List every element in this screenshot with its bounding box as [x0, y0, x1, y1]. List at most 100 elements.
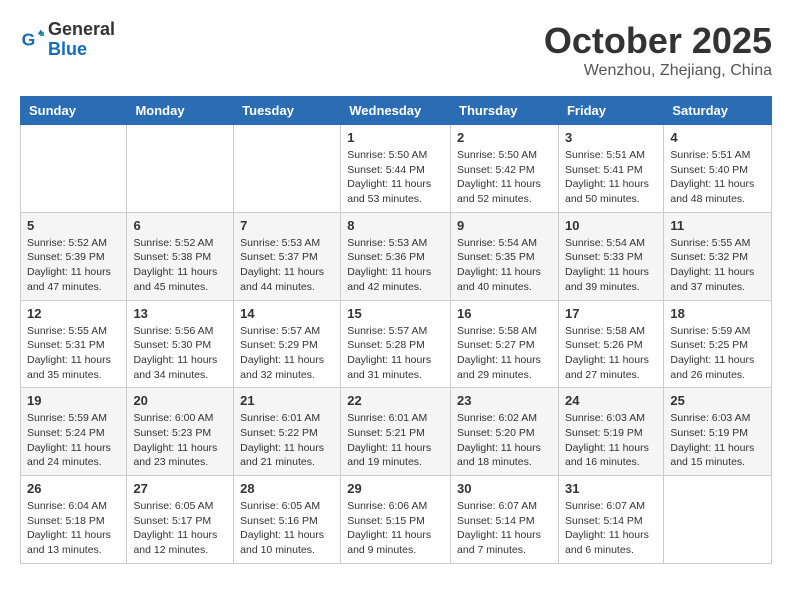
header-sunday: Sunday — [21, 97, 127, 125]
calendar-cell: 2Sunrise: 5:50 AM Sunset: 5:42 PM Daylig… — [451, 125, 559, 213]
day-number: 12 — [27, 306, 120, 321]
calendar-cell: 9Sunrise: 5:54 AM Sunset: 5:35 PM Daylig… — [451, 212, 559, 300]
day-number: 23 — [457, 393, 552, 408]
day-number: 31 — [565, 481, 657, 496]
week-row-4: 19Sunrise: 5:59 AM Sunset: 5:24 PM Dayli… — [21, 388, 772, 476]
header-saturday: Saturday — [664, 97, 772, 125]
calendar-cell: 22 Sunrise: 6:01 AM Sunset: 5:21 PM Dayli… — [341, 388, 451, 476]
calendar-cell: 1Sunrise: 5:50 AM Sunset: 5:44 PM Daylig… — [341, 125, 451, 213]
day-number: 18 — [670, 306, 765, 321]
day-number: 28 — [240, 481, 334, 496]
day-info: Sunrise: 5:51 AM Sunset: 5:41 PM Dayligh… — [565, 148, 657, 207]
day-info: Sunrise: 5:56 AM Sunset: 5:30 PM Dayligh… — [133, 324, 227, 383]
calendar-cell: 3 Sunrise: 5:51 AM Sunset: 5:41 PM Daylig… — [558, 125, 663, 213]
day-number: 16 — [457, 306, 552, 321]
day-number: 7 — [240, 218, 334, 233]
calendar-cell: 12 Sunrise: 5:55 AM Sunset: 5:31 PM Dayli… — [21, 300, 127, 388]
day-info: Sunrise: 6:03 AM Sunset: 5:19 PM Dayligh… — [565, 411, 657, 470]
calendar-cell: 27 Sunrise: 6:05 AM Sunset: 5:17 PM Dayli… — [127, 476, 234, 564]
day-number: 21 — [240, 393, 334, 408]
day-number: 6 — [133, 218, 227, 233]
calendar-header: SundayMondayTuesdayWednesdayThursdayFrid… — [21, 97, 772, 125]
svg-text:G: G — [22, 29, 36, 49]
calendar-cell: 8Sunrise: 5:53 AM Sunset: 5:36 PM Daylig… — [341, 212, 451, 300]
day-info: Sunrise: 5:59 AM Sunset: 5:24 PM Dayligh… — [27, 411, 120, 470]
day-info: Sunrise: 6:03 AM Sunset: 5:19 PM Dayligh… — [670, 411, 765, 470]
calendar-body: 1Sunrise: 5:50 AM Sunset: 5:44 PM Daylig… — [21, 125, 772, 564]
day-number: 10 — [565, 218, 657, 233]
day-info: Sunrise: 5:58 AM Sunset: 5:27 PM Dayligh… — [457, 324, 552, 383]
logo-text: General Blue — [48, 20, 115, 60]
calendar-cell: 23 Sunrise: 6:02 AM Sunset: 5:20 PM Dayli… — [451, 388, 559, 476]
day-number: 4 — [670, 130, 765, 145]
day-info: Sunrise: 5:50 AM Sunset: 5:42 PM Dayligh… — [457, 148, 552, 207]
day-number: 30 — [457, 481, 552, 496]
day-info: Sunrise: 5:52 AM Sunset: 5:38 PM Dayligh… — [133, 236, 227, 295]
calendar-table: SundayMondayTuesdayWednesdayThursdayFrid… — [20, 96, 772, 564]
day-number: 14 — [240, 306, 334, 321]
calendar-cell: 7 Sunrise: 5:53 AM Sunset: 5:37 PM Daylig… — [234, 212, 341, 300]
day-number: 13 — [133, 306, 227, 321]
calendar-cell: 10 Sunrise: 5:54 AM Sunset: 5:33 PM Dayli… — [558, 212, 663, 300]
day-info: Sunrise: 5:54 AM Sunset: 5:35 PM Dayligh… — [457, 236, 552, 295]
header-friday: Friday — [558, 97, 663, 125]
calendar-cell: 18 Sunrise: 5:59 AM Sunset: 5:25 PM Dayli… — [664, 300, 772, 388]
day-number: 1 — [347, 130, 444, 145]
calendar-cell: 29 Sunrise: 6:06 AM Sunset: 5:15 PM Dayli… — [341, 476, 451, 564]
header-tuesday: Tuesday — [234, 97, 341, 125]
calendar-cell: 5 Sunrise: 5:52 AM Sunset: 5:39 PM Daylig… — [21, 212, 127, 300]
calendar-cell: 31 Sunrise: 6:07 AM Sunset: 5:14 PM Dayli… — [558, 476, 663, 564]
day-number: 25 — [670, 393, 765, 408]
calendar-cell: 11 Sunrise: 5:55 AM Sunset: 5:32 PM Dayli… — [664, 212, 772, 300]
day-info: Sunrise: 6:07 AM Sunset: 5:14 PM Dayligh… — [457, 499, 552, 558]
calendar-cell: 17Sunrise: 5:58 AM Sunset: 5:26 PM Dayli… — [558, 300, 663, 388]
calendar-cell: 19Sunrise: 5:59 AM Sunset: 5:24 PM Dayli… — [21, 388, 127, 476]
calendar-cell: 30 Sunrise: 6:07 AM Sunset: 5:14 PM Dayli… — [451, 476, 559, 564]
day-info: Sunrise: 6:05 AM Sunset: 5:17 PM Dayligh… — [133, 499, 227, 558]
day-number: 27 — [133, 481, 227, 496]
logo: G General Blue — [20, 20, 115, 60]
logo-general: General — [48, 20, 115, 40]
header-wednesday: Wednesday — [341, 97, 451, 125]
day-info: Sunrise: 6:01 AM Sunset: 5:22 PM Dayligh… — [240, 411, 334, 470]
calendar-cell: 24 Sunrise: 6:03 AM Sunset: 5:19 PM Dayli… — [558, 388, 663, 476]
day-info: Sunrise: 5:53 AM Sunset: 5:37 PM Dayligh… — [240, 236, 334, 295]
day-info: Sunrise: 6:07 AM Sunset: 5:14 PM Dayligh… — [565, 499, 657, 558]
day-info: Sunrise: 5:59 AM Sunset: 5:25 PM Dayligh… — [670, 324, 765, 383]
day-info: Sunrise: 6:01 AM Sunset: 5:21 PM Dayligh… — [347, 411, 444, 470]
day-info: Sunrise: 5:55 AM Sunset: 5:32 PM Dayligh… — [670, 236, 765, 295]
calendar-cell: 26Sunrise: 6:04 AM Sunset: 5:18 PM Dayli… — [21, 476, 127, 564]
calendar-cell: 20 Sunrise: 6:00 AM Sunset: 5:23 PM Dayli… — [127, 388, 234, 476]
calendar-cell: 14Sunrise: 5:57 AM Sunset: 5:29 PM Dayli… — [234, 300, 341, 388]
day-info: Sunrise: 6:02 AM Sunset: 5:20 PM Dayligh… — [457, 411, 552, 470]
calendar-cell — [21, 125, 127, 213]
day-number: 11 — [670, 218, 765, 233]
day-info: Sunrise: 5:55 AM Sunset: 5:31 PM Dayligh… — [27, 324, 120, 383]
day-info: Sunrise: 6:06 AM Sunset: 5:15 PM Dayligh… — [347, 499, 444, 558]
day-number: 5 — [27, 218, 120, 233]
day-info: Sunrise: 6:05 AM Sunset: 5:16 PM Dayligh… — [240, 499, 334, 558]
day-number: 20 — [133, 393, 227, 408]
title-section: October 2025 Wenzhou, Zhejiang, China — [544, 20, 772, 80]
day-number: 29 — [347, 481, 444, 496]
calendar-cell: 6 Sunrise: 5:52 AM Sunset: 5:38 PM Daylig… — [127, 212, 234, 300]
day-number: 15 — [347, 306, 444, 321]
day-number: 22 — [347, 393, 444, 408]
calendar-cell: 15Sunrise: 5:57 AM Sunset: 5:28 PM Dayli… — [341, 300, 451, 388]
calendar-cell: 13 Sunrise: 5:56 AM Sunset: 5:30 PM Dayli… — [127, 300, 234, 388]
day-info: Sunrise: 5:53 AM Sunset: 5:36 PM Dayligh… — [347, 236, 444, 295]
calendar-cell — [664, 476, 772, 564]
day-info: Sunrise: 6:00 AM Sunset: 5:23 PM Dayligh… — [133, 411, 227, 470]
day-info: Sunrise: 5:52 AM Sunset: 5:39 PM Dayligh… — [27, 236, 120, 295]
day-info: Sunrise: 5:54 AM Sunset: 5:33 PM Dayligh… — [565, 236, 657, 295]
day-info: Sunrise: 5:51 AM Sunset: 5:40 PM Dayligh… — [670, 148, 765, 207]
day-number: 24 — [565, 393, 657, 408]
calendar-cell: 28 Sunrise: 6:05 AM Sunset: 5:16 PM Dayli… — [234, 476, 341, 564]
day-info: Sunrise: 6:04 AM Sunset: 5:18 PM Dayligh… — [27, 499, 120, 558]
header-monday: Monday — [127, 97, 234, 125]
calendar-cell: 21 Sunrise: 6:01 AM Sunset: 5:22 PM Dayli… — [234, 388, 341, 476]
month-title: October 2025 — [544, 20, 772, 62]
day-number: 3 — [565, 130, 657, 145]
logo-icon: G — [20, 28, 44, 52]
calendar-cell — [234, 125, 341, 213]
